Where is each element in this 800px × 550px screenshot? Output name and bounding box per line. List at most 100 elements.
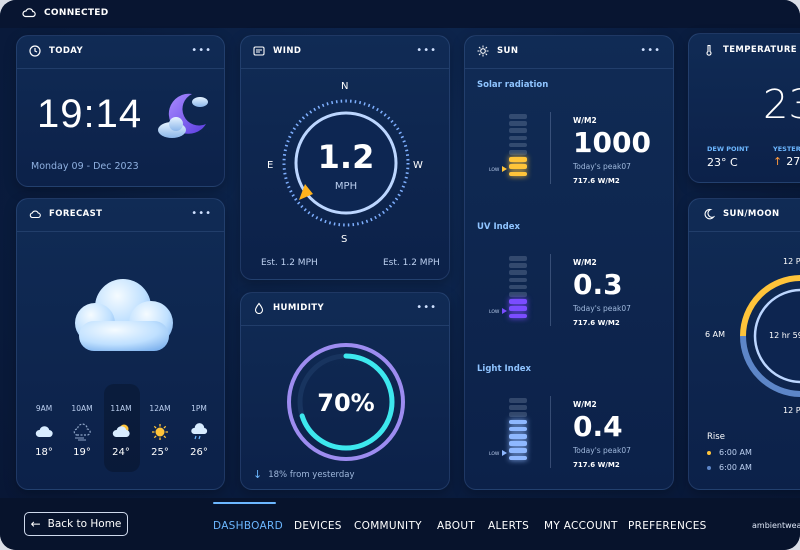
forecast-card: FORECAST ••• 9AM 18° 10AM 19° 11AM 24° 12AM 25°… xyxy=(16,198,225,490)
active-nav-indicator xyxy=(213,502,276,504)
sunmoon-bottom-label: 12 PI xyxy=(783,406,800,415)
solar-low-label: LOW xyxy=(489,168,500,173)
yesterday-value: ↑ 27 xyxy=(773,155,800,168)
temperature-card: TEMPERATURE 23 DEW POINT 23° C YESTERDA … xyxy=(688,33,800,183)
arrow-down-icon: ↓ xyxy=(253,468,263,481)
forecast-menu-button[interactable]: ••• xyxy=(191,209,212,219)
today-menu-button[interactable]: ••• xyxy=(191,46,212,56)
compass-south: S xyxy=(341,234,348,245)
sunmoon-title-text: SUN/MOON xyxy=(723,209,780,219)
solar-divider xyxy=(550,112,551,184)
dashboard-app: CONNECTED TODAY ••• 19:14 Monday 09 - De… xyxy=(0,0,800,550)
nav-dashboard[interactable]: DASHBOARD xyxy=(213,520,283,532)
light-level-bar xyxy=(509,441,527,446)
solar-peak: Today's peak07 xyxy=(573,162,631,171)
sun-section-light: Light Index LOW W/M2 0.4 Today's peak07 717.6… xyxy=(465,364,673,489)
uv-level-bar xyxy=(509,292,527,297)
wind-card-title: WIND xyxy=(253,45,301,57)
sun-dot xyxy=(707,450,711,455)
uv-level-bar xyxy=(509,284,527,290)
wind-menu-button[interactable]: ••• xyxy=(416,46,437,56)
solar-sub: 717.6 W/M2 xyxy=(573,177,620,185)
forecast-title-text: FORECAST xyxy=(49,209,103,219)
partly-sunny-icon xyxy=(112,424,130,438)
nav-about[interactable]: ABOUT xyxy=(437,520,475,532)
arrow-up-icon: ↑ xyxy=(773,155,783,168)
sun-icon xyxy=(477,45,489,57)
bottom-navigation: ← Back to Home DASHBOARD DEVICES COMMUNI… xyxy=(0,498,800,550)
humidity-trend: ↓ 18% from yesterday xyxy=(253,468,355,481)
temperature-value: 23 xyxy=(763,82,800,128)
cloud-icon xyxy=(35,426,53,438)
divider xyxy=(17,231,224,232)
today-card-title: TODAY xyxy=(29,45,83,57)
forecast-hour-time: 10AM xyxy=(71,404,93,413)
forecast-hour-temp: 18° xyxy=(35,447,53,458)
connection-label: CONNECTED xyxy=(44,8,109,18)
forecast-hour-temp: 24° xyxy=(112,447,130,458)
rain-cloud-icon xyxy=(191,423,208,440)
uv-level-bar xyxy=(509,256,527,261)
back-to-home-button[interactable]: ← Back to Home xyxy=(24,512,128,536)
uv-level-bar xyxy=(509,277,527,283)
light-peak: Today's peak07 xyxy=(573,446,631,455)
light-level-bar xyxy=(509,419,527,425)
light-label: Light Index xyxy=(477,364,532,374)
light-level-bar xyxy=(509,398,527,403)
sun-card: SUN ••• Solar radiation LOW W/M2 1000 Today'… xyxy=(464,35,674,490)
sunmoon-top-label: 12 PI xyxy=(783,257,800,266)
nav-devices[interactable]: DEVICES xyxy=(294,520,342,532)
temperature-card-title: TEMPERATURE xyxy=(703,44,797,56)
solar-level-bar xyxy=(509,135,527,141)
today-title-text: TODAY xyxy=(49,46,83,56)
solar-value: 1000 xyxy=(573,126,651,159)
current-date: Monday 09 - Dec 2023 xyxy=(31,161,139,172)
nav-alerts[interactable]: ALERTS xyxy=(488,520,529,532)
wind-card: WIND ••• N E W S 1.2 MPH Est. 1.2 MPH Es… xyxy=(240,35,450,280)
sunmoon-center-text: 12 hr 59 xyxy=(769,331,800,340)
sun-card-title: SUN xyxy=(477,45,518,57)
nav-community[interactable]: COMMUNITY xyxy=(354,520,422,532)
divider xyxy=(241,68,449,69)
yesterday-label: YESTERDA xyxy=(773,145,800,153)
arrow-left-icon: ← xyxy=(30,517,41,531)
forecast-hour: 10AM 19° xyxy=(67,404,97,458)
sun-title-text: SUN xyxy=(497,46,519,56)
rise-row-1: 6:00 AM xyxy=(707,448,752,457)
uv-level-bar xyxy=(509,306,527,311)
wind-unit: MPH xyxy=(334,181,358,192)
nav-preferences[interactable]: PREFERENCES xyxy=(628,520,707,532)
forecast-hour-temp: 25° xyxy=(151,447,169,458)
uv-level-bar xyxy=(509,313,527,319)
cloud-icon xyxy=(29,210,41,219)
sun-section-uv: UV Index LOW W/M2 0.3 Today's peak07 717.6 W/… xyxy=(465,222,673,352)
sunrise-time: 6:00 AM xyxy=(719,448,752,457)
solar-level-bar xyxy=(509,164,527,169)
light-value: 0.4 xyxy=(573,410,623,443)
light-level-bar xyxy=(509,412,527,417)
nav-my-account[interactable]: MY ACCOUNT xyxy=(544,520,618,532)
temperature-title-text: TEMPERATURE xyxy=(723,45,798,55)
wind-title-text: WIND xyxy=(273,46,302,56)
light-level-bar xyxy=(509,455,527,461)
back-to-home-label: Back to Home xyxy=(47,518,122,530)
wind-icon xyxy=(253,46,265,56)
uv-value: 0.3 xyxy=(573,268,623,301)
solar-level-bar xyxy=(509,121,527,126)
sunmoon-left-label: 6 AM xyxy=(705,330,726,339)
solar-level-bar xyxy=(509,114,527,119)
today-card: TODAY ••• 19:14 Monday 09 - Dec 2023 xyxy=(16,35,225,187)
divider xyxy=(17,68,224,69)
uv-peak: Today's peak07 xyxy=(573,304,631,313)
light-level-bar xyxy=(509,405,527,410)
moon-dot xyxy=(707,465,711,470)
sun-menu-button[interactable]: ••• xyxy=(640,46,661,56)
light-divider xyxy=(550,396,551,468)
uv-divider xyxy=(550,254,551,326)
light-low-label: LOW xyxy=(489,452,500,457)
humidity-menu-button[interactable]: ••• xyxy=(416,303,437,313)
rise-row-2: 6:00 AM xyxy=(707,463,752,472)
humidity-title-text: HUMIDITY xyxy=(273,303,325,313)
wind-cloud-icon xyxy=(73,423,91,441)
yesterday-temp: 27 xyxy=(786,155,800,168)
